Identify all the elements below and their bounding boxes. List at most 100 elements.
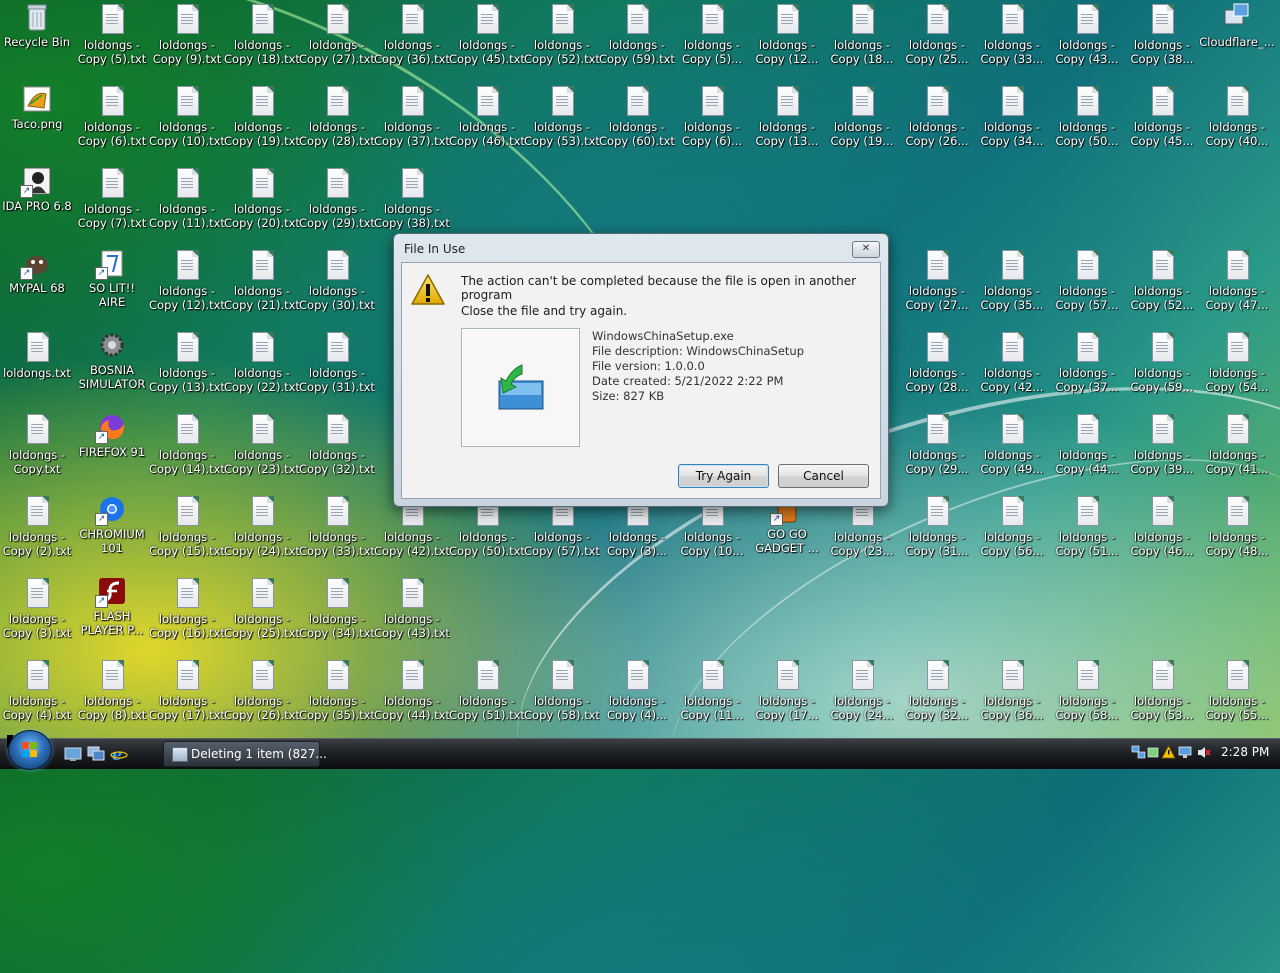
desktop-file-icon[interactable]: loldongs - Copy (58).txt <box>524 656 600 736</box>
desktop-file-icon[interactable]: loldongs - Copy (46).txt <box>449 82 525 162</box>
desktop-file-icon[interactable]: loldongs - Copy (16).txt <box>149 574 225 654</box>
taskbar-button-deleting[interactable]: Deleting 1 item (827... <box>163 741 327 767</box>
desktop-app-icon[interactable]: Recycle Bin <box>0 0 74 80</box>
desktop-file-icon[interactable]: loldongs - Copy (3).txt <box>0 574 74 654</box>
desktop-file-icon[interactable]: loldongs - Copy (4)... <box>600 656 674 736</box>
desktop-file-icon[interactable]: loldongs - Copy (39... <box>1125 410 1199 490</box>
desktop-file-icon[interactable]: loldongs - Copy (40... <box>1200 82 1274 162</box>
desktop-file-icon[interactable]: loldongs - Copy (34).txt <box>299 574 375 654</box>
desktop-app-icon[interactable]: ↗ CHROMIUM 101 <box>75 492 149 572</box>
desktop-file-icon[interactable]: loldongs - Copy (42... <box>975 328 1049 408</box>
desktop-file-icon[interactable]: loldongs - Copy (38).txt <box>374 164 450 244</box>
desktop-app-icon[interactable]: ↗ FLASH PLAYER P... <box>75 574 149 654</box>
desktop-file-icon[interactable]: loldongs - Copy (35).txt <box>299 656 375 736</box>
desktop-file-icon[interactable]: loldongs - Copy (56... <box>975 492 1049 572</box>
desktop-file-icon[interactable]: loldongs - Copy (45).txt <box>449 0 525 80</box>
desktop-app-icon[interactable]: ↗ FIREFOX 91 <box>75 410 149 490</box>
desktop-file-icon[interactable]: loldongs - Copy (54... <box>1200 328 1274 408</box>
desktop-file-icon[interactable]: loldongs - Copy (32... <box>900 656 974 736</box>
desktop-file-icon[interactable]: loldongs - Copy (28... <box>900 328 974 408</box>
desktop-file-icon[interactable]: loldongs - Copy (14).txt <box>149 410 225 490</box>
desktop-file-icon[interactable]: loldongs - Copy (51).txt <box>449 656 525 736</box>
desktop-file-icon[interactable]: loldongs - Copy (46... <box>1125 492 1199 572</box>
desktop-file-icon[interactable]: loldongs - Copy (12).txt <box>149 246 225 326</box>
monitor-icon[interactable] <box>1178 745 1193 760</box>
dialog-close-button[interactable]: ✕ <box>852 241 880 258</box>
desktop-file-icon[interactable]: loldongs - Copy.txt <box>0 410 74 490</box>
desktop-file-icon[interactable]: loldongs - Copy (10).txt <box>149 82 225 162</box>
usb-icon[interactable] <box>1146 745 1161 760</box>
desktop-file-icon[interactable]: loldongs - Copy (53... <box>1125 656 1199 736</box>
desktop-app-icon[interactable]: BOSNIA SIMULATOR <box>75 328 149 408</box>
desktop-file-icon[interactable]: loldongs - Copy (11).txt <box>149 164 225 244</box>
desktop-file-icon[interactable]: loldongs - Copy (24... <box>825 656 899 736</box>
desktop-file-icon[interactable]: loldongs - Copy (49... <box>975 410 1049 490</box>
desktop-app-icon[interactable]: ↗ MYPAL 68 <box>0 246 74 326</box>
desktop-file-icon[interactable]: loldongs - Copy (5).txt <box>75 0 149 80</box>
desktop-file-icon[interactable]: loldongs - Copy (18).txt <box>224 0 300 80</box>
desktop-file-icon[interactable]: loldongs - Copy (11... <box>675 656 749 736</box>
internet-explorer-icon[interactable]: e <box>110 745 128 764</box>
network-icon[interactable] <box>1131 745 1146 760</box>
desktop-file-icon[interactable]: loldongs - Copy (34... <box>975 82 1049 162</box>
desktop-file-icon[interactable]: loldongs - Copy (6).txt <box>75 82 149 162</box>
desktop-file-icon[interactable]: loldongs - Copy (20).txt <box>224 164 300 244</box>
desktop-file-icon[interactable]: loldongs - Copy (5)... <box>675 0 749 80</box>
desktop-file-icon[interactable]: loldongs - Copy (23).txt <box>224 410 300 490</box>
desktop-file-icon[interactable]: loldongs - Copy (31).txt <box>299 328 375 408</box>
desktop-file-icon[interactable]: loldongs - Copy (33).txt <box>299 492 375 572</box>
security-alert-icon[interactable] <box>1161 745 1176 760</box>
desktop-file-icon[interactable]: loldongs - Copy (19... <box>825 82 899 162</box>
desktop-file-icon[interactable]: loldongs - Copy (41... <box>1200 410 1274 490</box>
desktop-file-icon[interactable]: loldongs - Copy (19).txt <box>224 82 300 162</box>
desktop-file-icon[interactable]: loldongs - Copy (60).txt <box>599 82 675 162</box>
desktop-file-icon[interactable]: loldongs - Copy (45... <box>1125 82 1199 162</box>
desktop-app-icon[interactable]: Taco.png <box>0 82 74 162</box>
desktop-file-icon[interactable]: loldongs - Copy (17).txt <box>149 656 225 736</box>
desktop-file-icon[interactable]: loldongs - Copy (59... <box>1125 328 1199 408</box>
desktop-file-icon[interactable]: loldongs - Copy (38... <box>1125 0 1199 80</box>
desktop-file-icon[interactable]: loldongs - Copy (26... <box>900 82 974 162</box>
desktop-file-icon[interactable]: loldongs - Copy (31... <box>900 492 974 572</box>
taskbar-clock[interactable]: 2:28 PM <box>1221 745 1269 759</box>
desktop-file-icon[interactable]: loldongs - Copy (29).txt <box>299 164 375 244</box>
desktop-file-icon[interactable]: loldongs - Copy (9).txt <box>150 0 224 80</box>
desktop-file-icon[interactable]: loldongs - Copy (43).txt <box>374 574 450 654</box>
desktop-file-icon[interactable]: loldongs - Copy (51... <box>1050 492 1124 572</box>
desktop-file-icon[interactable]: loldongs - Copy (53).txt <box>524 82 600 162</box>
desktop-file-icon[interactable]: loldongs - Copy (32).txt <box>299 410 375 490</box>
dialog-titlebar[interactable]: File In Use ✕ <box>394 234 888 262</box>
desktop-file-icon[interactable]: loldongs.txt <box>0 328 74 408</box>
desktop-file-icon[interactable]: loldongs - Copy (58... <box>1050 656 1124 736</box>
desktop-file-icon[interactable]: loldongs - Copy (36).txt <box>374 0 450 80</box>
desktop-file-icon[interactable]: loldongs - Copy (24).txt <box>224 492 300 572</box>
desktop-file-icon[interactable]: loldongs - Copy (7).txt <box>75 164 149 244</box>
desktop-file-icon[interactable]: loldongs - Copy (59).txt <box>599 0 675 80</box>
desktop-file-icon[interactable]: loldongs - Copy (6)... <box>675 82 749 162</box>
desktop-file-icon[interactable]: loldongs - Copy (37).txt <box>374 82 450 162</box>
desktop-file-icon[interactable]: loldongs - Copy (25).txt <box>224 574 300 654</box>
desktop-file-icon[interactable]: loldongs - Copy (29... <box>900 410 974 490</box>
desktop-file-icon[interactable]: loldongs - Copy (36... <box>975 656 1049 736</box>
desktop-app-icon[interactable]: ↗ IDA PRO 6.8 <box>0 164 74 244</box>
volume-muted-icon[interactable] <box>1196 745 1211 760</box>
desktop-file-icon[interactable]: loldongs - Copy (12... <box>750 0 824 80</box>
desktop-file-icon[interactable]: loldongs - Copy (37... <box>1050 328 1124 408</box>
desktop-file-icon[interactable]: loldongs - Copy (33... <box>975 0 1049 80</box>
desktop-file-icon[interactable]: loldongs - Copy (4).txt <box>0 656 74 736</box>
desktop-file-icon[interactable]: loldongs - Copy (44).txt <box>374 656 450 736</box>
start-button[interactable] <box>8 730 52 770</box>
desktop-file-icon[interactable]: loldongs - Copy (15).txt <box>149 492 225 572</box>
desktop-file-icon[interactable]: loldongs - Copy (26).txt <box>224 656 300 736</box>
desktop-file-icon[interactable]: loldongs - Copy (35... <box>975 246 1049 326</box>
desktop-app-icon[interactable]: ↗ SO LIT!! AIRE <box>75 246 149 326</box>
try-again-button[interactable]: Try Again <box>678 464 769 488</box>
desktop-file-icon[interactable]: loldongs - Copy (13).txt <box>149 328 225 408</box>
desktop-file-icon[interactable]: loldongs - Copy (47... <box>1200 246 1274 326</box>
desktop-file-icon[interactable]: loldongs - Copy (50... <box>1050 82 1124 162</box>
desktop-file-icon[interactable]: loldongs - Copy (55... <box>1200 656 1274 736</box>
show-desktop-icon[interactable] <box>64 746 82 762</box>
desktop-file-icon[interactable]: loldongs - Copy (27... <box>900 246 974 326</box>
desktop-file-icon[interactable]: loldongs - Copy (13... <box>750 82 824 162</box>
desktop-file-icon[interactable]: loldongs - Copy (27).txt <box>299 0 375 80</box>
